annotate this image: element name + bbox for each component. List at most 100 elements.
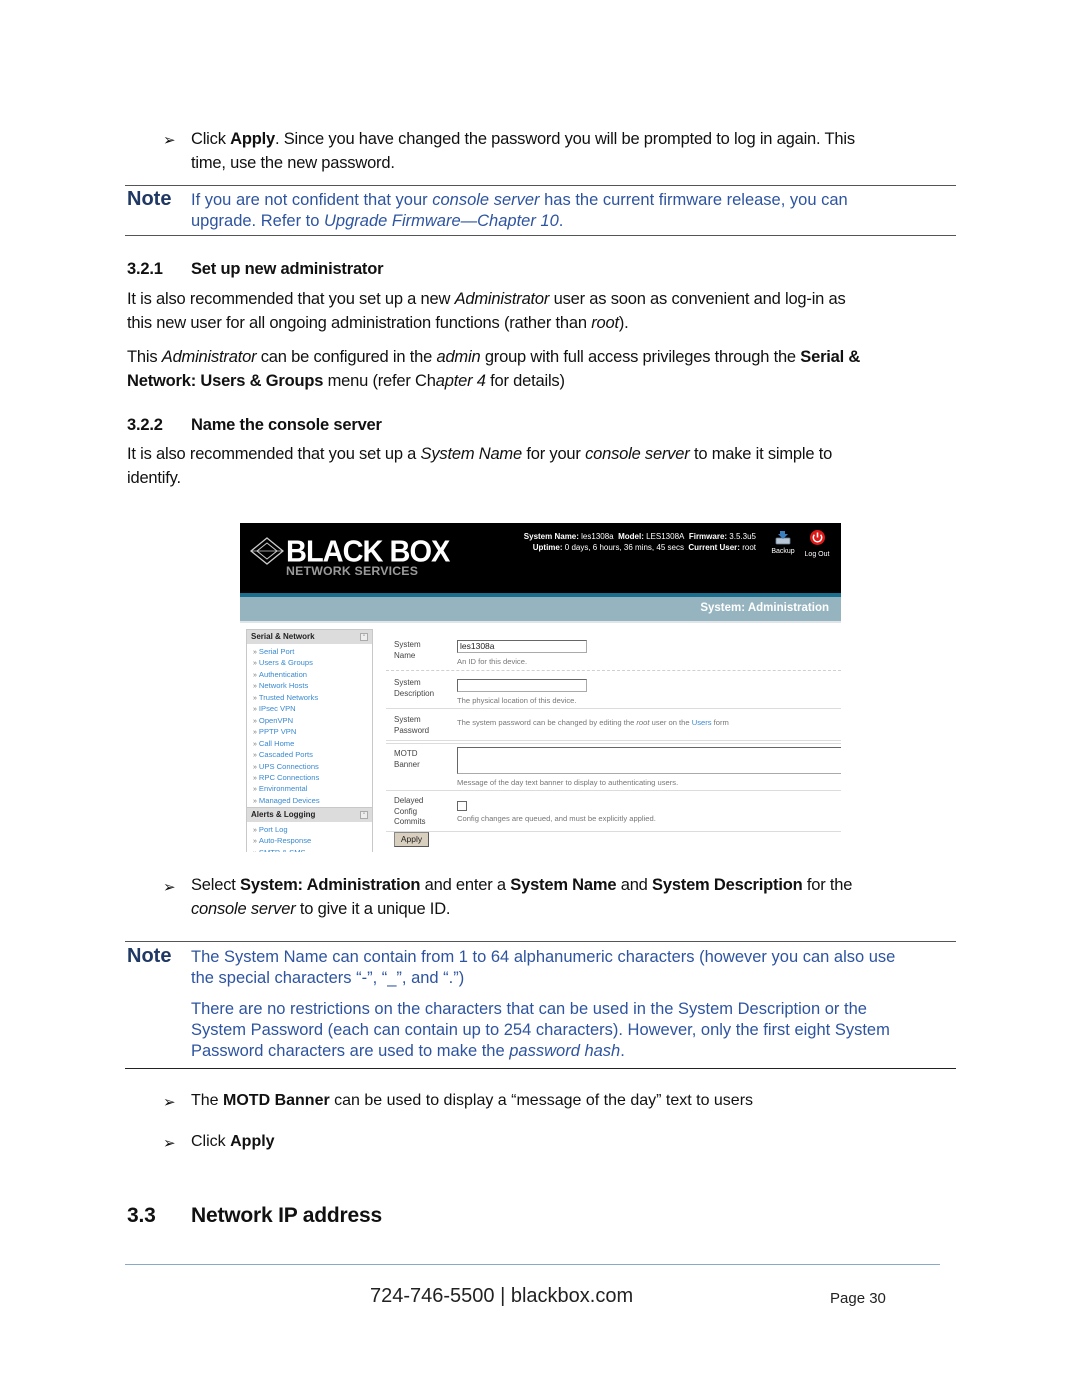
text: identify.	[127, 469, 181, 487]
label: Firmware:	[688, 532, 728, 541]
section-title: Network IP address	[191, 1204, 382, 1227]
raquo-icon: »	[253, 660, 257, 668]
sidebar-link-label: UPS Connections	[258, 761, 319, 771]
diamond-logo-icon	[250, 537, 284, 565]
text: Password	[394, 725, 430, 735]
text: System: Administration	[240, 876, 421, 894]
text: ).	[618, 314, 629, 332]
section-title: Set up new administrator	[191, 260, 384, 278]
sidebar-link-openvpn[interactable]: » OpenVPN	[253, 716, 372, 727]
field-help: Message of the day text banner to displa…	[457, 778, 679, 787]
text: for your	[521, 445, 586, 463]
text: console server	[585, 445, 690, 463]
text: Config	[394, 806, 418, 816]
collapse-icon[interactable]: -	[360, 811, 368, 819]
arrow-bullet-icon: ➢	[163, 132, 176, 149]
sidebar-link-smtp-sms[interactable]: »SMTP & SMS	[253, 848, 372, 852]
sidebar-link-trusted-networks[interactable]: » Trusted Networks	[253, 693, 372, 704]
text: for details)	[485, 372, 565, 390]
model-value: LES1308A	[646, 532, 685, 541]
users-link[interactable]: Users	[692, 718, 712, 727]
delayed-commits-checkbox[interactable]	[457, 801, 467, 811]
sidebar-link-auto-response[interactable]: » Auto-Response	[253, 836, 372, 847]
text: Banner	[394, 759, 420, 769]
raquo-icon: »	[253, 786, 257, 794]
chapter-reference: apter 4	[435, 372, 486, 390]
backup-button[interactable]: Backup	[768, 529, 798, 555]
uptime-value: 0 days, 6 hours, 36 mins, 45 secs	[564, 543, 684, 552]
sidebar-link-label: Network Hosts	[258, 681, 309, 691]
admin-screenshot: BLACK BOX NETWORK SERVICES System Name: …	[240, 523, 841, 852]
note-description-chars: There are no restrictions on the charact…	[191, 999, 956, 1062]
field: Config changes are queued, and must be e…	[457, 801, 656, 823]
collapse-icon[interactable]: -	[360, 633, 368, 641]
text: Administrator	[454, 290, 550, 308]
raquo-icon: »	[253, 717, 257, 725]
text: System Password (each can contain up to …	[191, 1021, 890, 1039]
instruction-motd: The MOTD Banner can be used to display a…	[191, 1089, 753, 1113]
sidebar-link-pptp-vpn[interactable]: » PPTP VPN	[253, 727, 372, 738]
system-name-input[interactable]: les1308a	[457, 640, 587, 653]
apply-emphasis: Apply	[230, 130, 275, 148]
sidebar-link-cascaded-ports[interactable]: » Cascaded Ports	[253, 750, 372, 761]
field: The physical location of this device.	[457, 679, 587, 705]
heading-3-2-1: 3.2.1 Set up new administrator	[127, 260, 384, 279]
text: root	[591, 314, 619, 332]
divider	[240, 621, 841, 623]
field: The system password can be changed by ed…	[457, 714, 729, 727]
form-row-system-password: System Password The system password can b…	[386, 709, 841, 741]
text: The system password can be changed by ed…	[457, 718, 637, 727]
text: Click	[191, 130, 231, 148]
sidebar-link-call-home[interactable]: » Call Home	[253, 739, 372, 750]
motd-banner-textarea[interactable]	[457, 747, 841, 774]
text: Name	[394, 650, 416, 660]
footer-rule	[125, 1264, 940, 1265]
raquo-icon: »	[253, 763, 257, 771]
text: can be configured in the	[256, 348, 437, 366]
sidebar-link-environmental[interactable]: » Environmental	[253, 784, 372, 795]
text: this new user for all ongoing administra…	[127, 314, 592, 332]
instruction-click-apply-2: Click Apply	[191, 1130, 275, 1154]
field-help: The system password can be changed by ed…	[457, 718, 729, 727]
raquo-icon: »	[253, 740, 257, 748]
raquo-icon: »	[253, 694, 257, 702]
raquo-icon: »	[253, 752, 257, 760]
sidebar-link-managed-devices[interactable]: » Managed Devices	[253, 796, 372, 807]
system-description-input[interactable]	[457, 679, 587, 692]
sidebar-link-ipsec-vpn[interactable]: » IPsec VPN	[253, 704, 372, 715]
sidebar-link-ups-connections[interactable]: » UPS Connections	[253, 762, 372, 773]
logout-button[interactable]: Log Out	[802, 529, 832, 558]
sidebar-link-label: PPTP VPN	[258, 727, 297, 737]
sidebar-link-users-groups[interactable]: » Users & Groups	[253, 658, 372, 669]
sidebar-link-serial-port[interactable]: » Serial Port	[253, 647, 372, 658]
sidebar-group-header[interactable]: Serial & Network -	[247, 630, 372, 644]
form-row-delayed-commits: Delayed Config Commits Config changes are …	[386, 791, 841, 832]
sidebar-link-network-hosts[interactable]: » Network Hosts	[253, 681, 372, 692]
text: password hash	[509, 1042, 621, 1060]
sidebar-link-label: Auto-Response	[258, 836, 312, 846]
section-number: 3.2.1	[127, 260, 163, 278]
sidebar-link-rpc-connections[interactable]: » RPC Connections	[253, 773, 372, 784]
paragraph-new-admin: It is also recommended that you set up a…	[127, 287, 957, 335]
note-label: Note	[127, 945, 172, 967]
text: and	[616, 876, 653, 894]
text: time, use the new password.	[191, 154, 395, 172]
form-row-system-name: System Name les1308a An ID for this devic…	[386, 632, 841, 671]
backup-label: Backup	[771, 548, 795, 555]
sidebar-link-port-log[interactable]: » Port Log	[253, 825, 372, 836]
section-number: 3.2.2	[127, 416, 163, 434]
text: menu (refer Ch	[323, 372, 436, 390]
sidebar-group-header[interactable]: Alerts & Logging -	[247, 808, 372, 822]
text: MOTD	[394, 749, 418, 758]
text: System	[394, 678, 421, 687]
text: . Since you have changed the password yo…	[274, 130, 855, 148]
apply-button[interactable]: Apply	[394, 832, 429, 847]
sidebar-link-label: Managed Devices	[258, 795, 320, 805]
raquo-icon: »	[253, 649, 257, 656]
text: If you are not confident that your	[191, 191, 433, 209]
sidebar-link-authentication[interactable]: » Authentication	[253, 670, 372, 681]
field: les1308a An ID for this device.	[457, 640, 587, 666]
text: Serial &	[800, 348, 861, 366]
text: System Description	[652, 876, 803, 894]
raquo-icon: »	[253, 729, 257, 737]
